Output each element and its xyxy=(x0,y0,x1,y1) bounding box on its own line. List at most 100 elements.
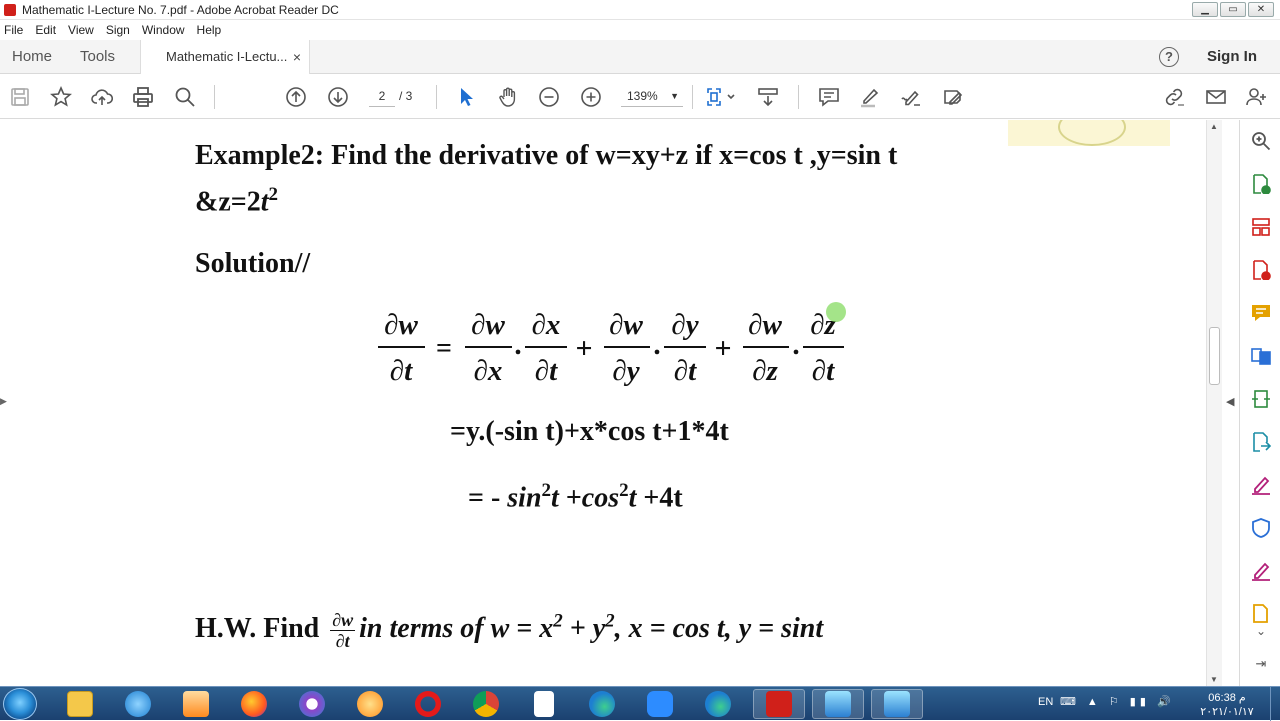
taskbar-zoom[interactable] xyxy=(634,689,686,719)
show-desktop-button[interactable] xyxy=(1270,687,1280,721)
hw-text3: , x = cos t, y = sint xyxy=(614,612,824,644)
page-up-icon[interactable] xyxy=(284,85,308,109)
taskbar-file-explorer[interactable] xyxy=(54,689,106,719)
example-heading-line2: &z=2t2 xyxy=(195,184,278,218)
scrollbar-thumb[interactable] xyxy=(1209,327,1220,385)
taskbar-media-player[interactable] xyxy=(170,689,222,719)
combine-files-icon[interactable] xyxy=(1250,345,1272,367)
fit-page-icon[interactable] xyxy=(704,85,738,109)
organize-pages-icon[interactable] xyxy=(1250,216,1272,238)
clock-time[interactable]: 06:38 م xyxy=(1197,691,1257,704)
fill-sign-panel-icon[interactable] xyxy=(1250,474,1272,496)
right-panel-collapse-icon[interactable]: ◀ xyxy=(1226,395,1234,408)
term1-b-denominator: ∂t xyxy=(535,355,558,387)
scroll-mode-icon[interactable] xyxy=(756,85,780,109)
language-indicator[interactable]: EN xyxy=(1038,696,1053,708)
term3-a-numerator: ∂w xyxy=(748,309,782,341)
start-button[interactable] xyxy=(3,688,37,720)
clock-date[interactable]: ٢٠٢١/٠١/١٧ xyxy=(1197,705,1257,718)
edit-pdf-icon[interactable] xyxy=(1250,560,1272,582)
example-line2-prefix: &z=2 xyxy=(195,186,261,218)
scroll-down-icon[interactable]: ▼ xyxy=(1210,675,1218,684)
menu-file[interactable]: File xyxy=(4,23,23,37)
taskbar-internet-explorer[interactable] xyxy=(112,689,164,719)
maximize-button[interactable]: ▭ xyxy=(1220,2,1246,17)
zoom-in-icon[interactable] xyxy=(579,85,603,109)
result2-cos-exp: 2 xyxy=(619,480,629,501)
left-panel-toggle-icon[interactable]: ▶ xyxy=(0,396,7,407)
remote-desktop-icon xyxy=(825,691,851,717)
sign-in-link[interactable]: Sign In xyxy=(1207,40,1257,74)
print-icon[interactable] xyxy=(131,85,155,109)
taskbar-blank-file[interactable] xyxy=(518,689,570,719)
tab-home[interactable]: Home xyxy=(12,40,52,74)
tab-tools[interactable]: Tools xyxy=(80,40,115,74)
taskbar-firefox[interactable] xyxy=(228,689,280,719)
zoom-search-icon[interactable] xyxy=(1250,130,1272,152)
result2-sin: sin xyxy=(507,482,542,514)
chain-rule-equation: ∂w ∂t = ∂w ∂x . ∂x ∂t + ∂w ∂y . ∂y ∂t + … xyxy=(378,302,846,387)
system-tray-icons[interactable]: ⌨ ▲ ⚐ ▮▮ 🔊 xyxy=(1060,695,1175,708)
page-number-input[interactable]: 2 xyxy=(369,85,395,107)
export-pdf-icon[interactable] xyxy=(1250,173,1272,195)
compress-icon[interactable] xyxy=(1250,388,1272,410)
comment-icon[interactable] xyxy=(817,85,841,109)
select-cursor-icon[interactable] xyxy=(454,85,478,109)
upload-cloud-icon[interactable] xyxy=(90,85,114,109)
email-icon[interactable] xyxy=(1204,85,1228,109)
send-review-icon[interactable] xyxy=(1250,431,1272,453)
taskbar-remote-desktop-2[interactable] xyxy=(871,689,923,719)
page-total: / 3 xyxy=(399,89,413,103)
minimize-button[interactable]: ▁ xyxy=(1192,2,1218,17)
taskbar-remote-desktop-1[interactable] xyxy=(812,689,864,719)
bookmark-star-icon[interactable] xyxy=(49,85,73,109)
zoom-out-icon[interactable] xyxy=(537,85,561,109)
add-user-icon[interactable] xyxy=(1245,85,1269,109)
folder-icon xyxy=(67,691,93,717)
taskbar-chrome[interactable] xyxy=(460,689,512,719)
document-page[interactable]: Example2: Find the derivative of w=xy+z … xyxy=(0,120,1220,686)
help-icon[interactable]: ? xyxy=(1159,47,1179,67)
menu-help[interactable]: Help xyxy=(197,23,222,37)
protect-icon[interactable] xyxy=(1250,517,1272,539)
sign-icon[interactable] xyxy=(899,85,923,109)
fill-sign-icon[interactable] xyxy=(941,85,965,109)
example-heading-line1: Example2: Find the derivative of w=xy+z … xyxy=(195,140,898,171)
taskbar-screen-recorder[interactable] xyxy=(286,689,338,719)
comment-panel-icon[interactable] xyxy=(1250,302,1272,324)
menu-edit[interactable]: Edit xyxy=(35,23,56,37)
close-window-button[interactable]: ✕ xyxy=(1248,2,1274,17)
taskbar-opera[interactable] xyxy=(402,689,454,719)
save-icon[interactable] xyxy=(8,85,32,109)
scroll-up-icon[interactable]: ▲ xyxy=(1210,122,1218,131)
tab-document-label: Mathematic I-Lectu... xyxy=(166,49,288,64)
term3-dot: . xyxy=(792,329,799,361)
hw-exp2: 2 xyxy=(605,610,615,632)
taskbar-edge-alt[interactable] xyxy=(692,689,744,719)
taskbar-edge[interactable] xyxy=(576,689,628,719)
create-pdf-icon[interactable] xyxy=(1250,259,1272,281)
taskbar-paint-app[interactable] xyxy=(344,689,396,719)
page-down-icon[interactable] xyxy=(326,85,350,109)
plus-sign-2: + xyxy=(714,332,731,365)
vertical-scrollbar[interactable]: ▲ ▼ xyxy=(1206,120,1222,686)
share-link-icon[interactable] xyxy=(1162,85,1186,109)
panel-expand-icon[interactable]: ⇥ xyxy=(1250,653,1272,675)
highlight-icon[interactable] xyxy=(858,85,882,109)
menu-window[interactable]: Window xyxy=(142,23,185,37)
term1-dot: . xyxy=(514,329,521,361)
menu-view[interactable]: View xyxy=(68,23,94,37)
window-controls: ▁ ▭ ✕ xyxy=(1192,2,1274,17)
remote-desktop-icon xyxy=(884,691,910,717)
close-tab-icon[interactable]: × xyxy=(293,40,301,74)
search-icon[interactable] xyxy=(173,85,197,109)
panel-scroll-down-icon[interactable]: ⌄ xyxy=(1250,620,1272,642)
lhs-numerator: ∂w xyxy=(384,309,418,341)
term3-a-denominator: ∂z xyxy=(752,355,778,387)
term2-b-denominator: ∂t xyxy=(674,355,697,387)
menu-sign[interactable]: Sign xyxy=(106,23,130,37)
tab-document[interactable]: Mathematic I-Lectu... × xyxy=(140,40,310,74)
zoom-dropdown[interactable]: 139% ▼ xyxy=(621,85,683,107)
taskbar-acrobat[interactable] xyxy=(753,689,805,719)
hand-icon[interactable] xyxy=(496,85,520,109)
